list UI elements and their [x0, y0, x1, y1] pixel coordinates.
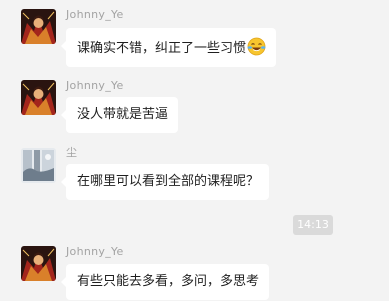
- superhero-avatar-icon: [21, 80, 56, 115]
- sender-name: Johnny_Ye: [66, 245, 124, 258]
- avatar[interactable]: [21, 80, 56, 115]
- chat-window: Johnny_Ye 课确实不错，纠正了一些习惯 Johnny_Ye 没人带就是苦…: [0, 0, 389, 301]
- message-bubble[interactable]: 在哪里可以看到全部的课程呢？: [60, 164, 270, 200]
- sender-name: Johnny_Ye: [66, 79, 124, 92]
- sender-name: 尘: [66, 146, 78, 159]
- avatar[interactable]: [21, 246, 56, 281]
- avatar[interactable]: [21, 9, 56, 44]
- message-text: 有些只能去多看，多问，多思考: [77, 274, 260, 289]
- superhero-avatar-icon: [21, 9, 56, 44]
- message-bubble[interactable]: 课确实不错，纠正了一些习惯: [60, 28, 277, 67]
- timestamp: 14:13: [293, 215, 333, 235]
- message-text: 没人带就是苦逼: [77, 107, 169, 122]
- superhero-avatar-icon: [21, 246, 56, 281]
- tears-of-joy-emoji-icon: [247, 37, 266, 56]
- message-bubble[interactable]: 有些只能去多看，多问，多思考: [60, 264, 270, 300]
- sender-name: Johnny_Ye: [66, 8, 124, 21]
- message-text: 课确实不错，纠正了一些习惯: [77, 41, 247, 56]
- message-bubble[interactable]: 没人带就是苦逼: [60, 97, 179, 133]
- landscape-avatar-icon: [21, 148, 56, 183]
- avatar[interactable]: [21, 148, 56, 183]
- message-text: 在哪里可以看到全部的课程呢？: [77, 174, 260, 189]
